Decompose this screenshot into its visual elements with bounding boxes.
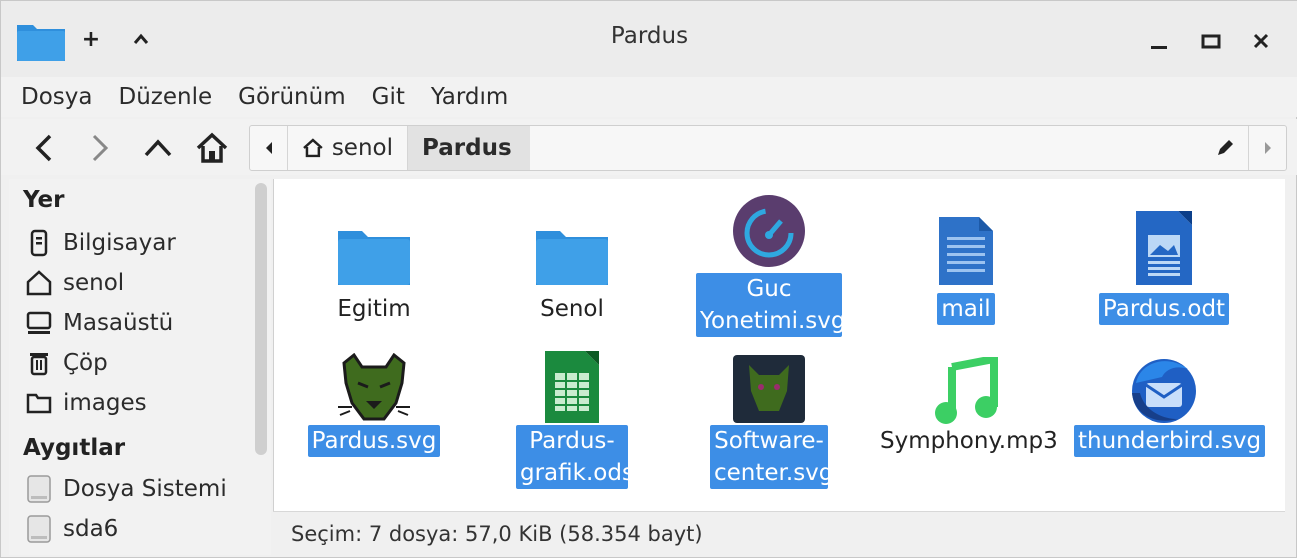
sidebar-heading-devices: Aygıtlar — [23, 435, 126, 461]
window-title: Pardus — [610, 23, 689, 49]
file-item[interactable]: Egitim — [284, 197, 464, 325]
file-label: Pardus.odt — [1098, 293, 1230, 325]
file-label: Symphony.mp3 — [880, 428, 1058, 454]
up-button[interactable] — [137, 127, 179, 169]
file-label: Pardus- — [516, 425, 628, 457]
status-bar: Seçim: 7 dosya: 57,0 KiB (58.354 bayt) — [273, 511, 1285, 555]
music-note-icon — [921, 345, 1011, 425]
maximize-button[interactable] — [1193, 23, 1229, 59]
software-center-icon — [724, 345, 814, 425]
trash-icon — [23, 347, 55, 379]
file-label: Guc — [696, 273, 842, 305]
minimize-button[interactable] — [1141, 23, 1177, 59]
pencil-icon — [1218, 140, 1233, 155]
gauge-icon — [724, 189, 814, 269]
sidebar-scrollbar[interactable] — [255, 183, 267, 455]
sidebar-item-label: Masaüstü — [63, 310, 174, 336]
sidebar-item-dosya-sistemi[interactable]: Dosya Sistemi — [23, 471, 227, 507]
drive-icon — [23, 513, 55, 545]
menu-bar: Dosya Düzenle Görünüm Git Yardım — [1, 77, 1297, 117]
sidebar-item-label: Dosya Sistemi — [63, 476, 227, 502]
file-item[interactable]: Senol — [482, 197, 662, 325]
file-item[interactable]: mail — [876, 197, 1056, 325]
sidebar-item-label: images — [63, 390, 147, 416]
thunderbird-icon — [1119, 345, 1209, 425]
menu-yardim[interactable]: Yardım — [431, 84, 508, 110]
desktop-icon — [23, 307, 55, 339]
file-manager-window: + Pardus Dosya Düzenle Görünüm Git Yardı… — [0, 0, 1297, 558]
menu-gorunum[interactable]: Görünüm — [238, 84, 346, 110]
close-button[interactable] — [1243, 23, 1279, 59]
sidebar: Yer Bilgisayar senol Masaüstü Çöp images… — [9, 179, 271, 555]
sidebar-item-cop[interactable]: Çöp — [23, 345, 108, 381]
menu-git[interactable]: Git — [372, 84, 405, 110]
crumb-home[interactable]: senol — [288, 126, 408, 170]
sidebar-item-masaustu[interactable]: Masaüstü — [23, 305, 173, 341]
file-item[interactable]: Software- center.svg — [679, 345, 859, 489]
leopard-icon — [329, 345, 419, 425]
drive-icon — [23, 473, 55, 505]
sidebar-heading-places: Yer — [23, 187, 65, 213]
file-item[interactable]: thunderbird.svg — [1074, 345, 1266, 457]
file-item[interactable]: Pardus- grafik.ods — [482, 345, 662, 489]
file-item[interactable]: Symphony.mp3 — [876, 345, 1058, 457]
path-bar: senol Pardus — [249, 125, 1287, 171]
crumb-current-label: Pardus — [422, 135, 512, 161]
path-scroll-right-button[interactable] — [1248, 126, 1286, 170]
file-item[interactable]: Pardus.svg — [284, 345, 464, 457]
status-text: Seçim: 7 dosya: 57,0 KiB (58.354 bayt) — [291, 521, 703, 546]
file-label: Pardus.svg — [307, 425, 441, 457]
text-document-icon — [921, 197, 1011, 287]
file-label: Software- — [710, 425, 828, 457]
folder-icon — [329, 197, 419, 287]
file-label: center.svg — [710, 457, 833, 489]
path-scroll-left-button[interactable] — [250, 126, 288, 170]
menu-duzenle[interactable]: Düzenle — [118, 84, 212, 110]
home-icon — [23, 267, 55, 299]
file-label: mail — [937, 293, 995, 325]
home-button[interactable] — [191, 127, 233, 169]
menu-dosya[interactable]: Dosya — [21, 84, 92, 110]
calc-document-icon — [527, 345, 617, 425]
sidebar-item-label: senol — [63, 270, 125, 296]
file-item[interactable]: Guc Yonetimi.svg — [679, 189, 859, 337]
file-item[interactable]: Pardus.odt — [1074, 191, 1254, 325]
toolbar: senol Pardus — [1, 119, 1297, 175]
crumb-home-label: senol — [331, 135, 393, 161]
sidebar-item-label: Çöp — [63, 350, 108, 376]
forward-button[interactable] — [79, 127, 121, 169]
file-label: Yonetimi.svg — [696, 305, 846, 337]
back-button[interactable] — [23, 127, 65, 169]
sidebar-item-sda6[interactable]: sda6 — [23, 511, 118, 547]
writer-document-icon — [1119, 191, 1209, 287]
sidebar-item-senol[interactable]: senol — [23, 265, 124, 301]
computer-icon — [23, 227, 55, 259]
sidebar-item-label: sda6 — [63, 516, 119, 542]
folder-icon — [527, 197, 617, 287]
file-label: Senol — [540, 296, 604, 322]
file-view: Egitim Senol Guc Yonetimi.svg mail Pardu… — [273, 179, 1285, 511]
folder-icon — [23, 387, 55, 419]
file-label: grafik.ods — [516, 457, 634, 489]
file-label: Egitim — [337, 296, 411, 322]
file-label: thunderbird.svg — [1074, 425, 1266, 457]
home-icon — [303, 138, 323, 158]
sidebar-item-images[interactable]: images — [23, 385, 147, 421]
crumb-current[interactable]: Pardus — [408, 126, 530, 170]
edit-path-button[interactable] — [1206, 126, 1244, 170]
sidebar-item-label: Bilgisayar — [63, 230, 176, 256]
title-bar: + Pardus — [1, 1, 1297, 77]
sidebar-item-bilgisayar[interactable]: Bilgisayar — [23, 225, 176, 261]
